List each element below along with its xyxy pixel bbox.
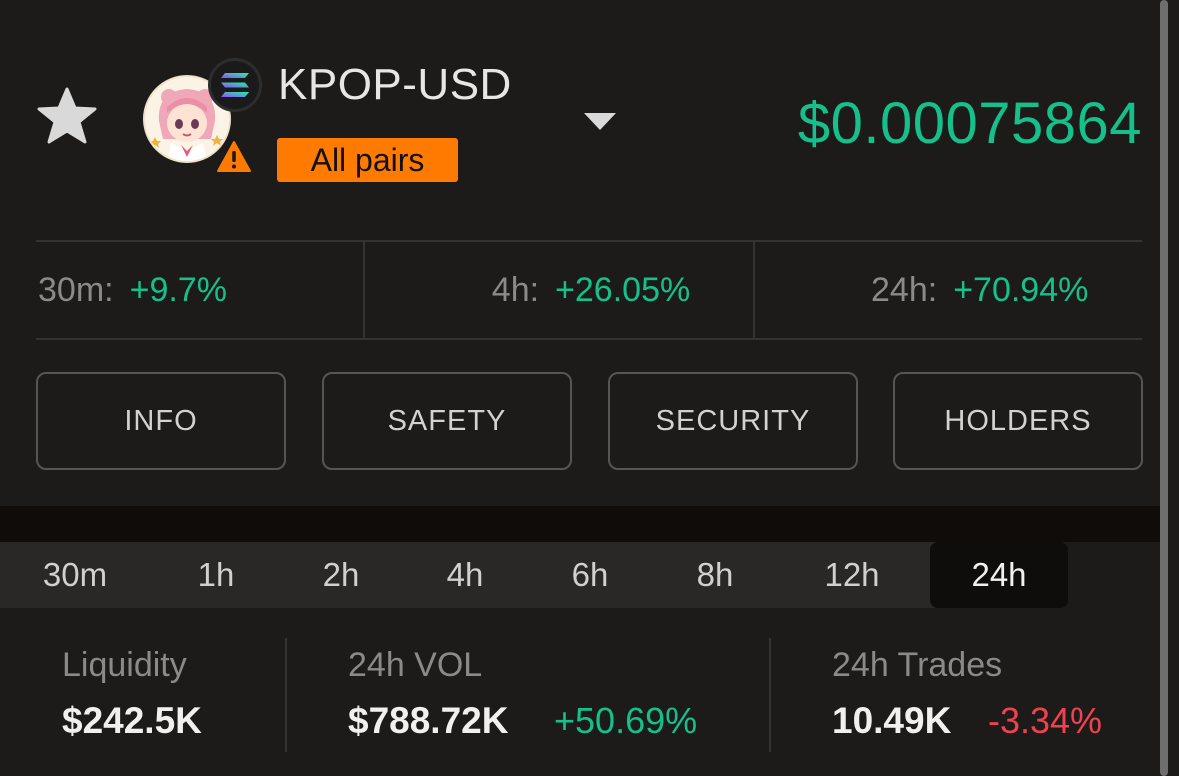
pair-name: KPOP-USD xyxy=(278,60,512,109)
change-label: 4h: xyxy=(491,270,540,309)
security-button[interactable]: SECURITY xyxy=(608,372,858,470)
liquidity-label: Liquidity xyxy=(62,646,187,684)
tab-24h[interactable]: 24h xyxy=(930,542,1068,608)
change-label: 30m: xyxy=(38,270,114,309)
tab-6h[interactable]: 6h xyxy=(526,542,654,608)
warning-icon xyxy=(217,141,251,172)
info-button[interactable]: INFO xyxy=(36,372,286,470)
change-4h: 4h: +26.05% xyxy=(365,242,756,338)
tab-30m[interactable]: 30m xyxy=(8,542,142,608)
change-30m: 30m: +9.7% xyxy=(36,242,365,338)
all-pairs-badge[interactable]: All pairs xyxy=(277,138,458,182)
volume-change: +50.69% xyxy=(554,700,698,741)
trades-change: -3.34% xyxy=(988,700,1103,741)
tab-8h[interactable]: 8h xyxy=(651,542,779,608)
change-value: +26.05% xyxy=(555,270,691,309)
change-value: +70.94% xyxy=(953,270,1089,309)
volume-label: 24h VOL xyxy=(348,646,483,684)
change-label: 24h: xyxy=(871,270,938,309)
volume-value: $788.72K xyxy=(348,700,509,741)
scrollbar[interactable] xyxy=(1160,0,1168,776)
tab-2h[interactable]: 2h xyxy=(277,542,405,608)
star-icon[interactable] xyxy=(36,86,98,146)
tab-12h[interactable]: 12h xyxy=(788,542,916,608)
current-price: $0.00075864 xyxy=(797,91,1142,156)
stat-divider xyxy=(769,638,771,752)
tab-1h[interactable]: 1h xyxy=(152,542,280,608)
change-value: +9.7% xyxy=(129,270,227,309)
liquidity-value: $242.5K xyxy=(62,700,202,741)
solana-icon xyxy=(208,58,262,112)
tab-4h[interactable]: 4h xyxy=(401,542,529,608)
price-change-row: 30m: +9.7% 4h: +26.05% 24h: +70.94% xyxy=(36,240,1142,340)
section-divider xyxy=(0,506,1160,542)
stat-divider xyxy=(285,638,287,752)
change-24h: 24h: +70.94% xyxy=(755,242,1142,338)
trades-label: 24h Trades xyxy=(832,646,1003,684)
safety-button[interactable]: SAFETY xyxy=(322,372,572,470)
chevron-down-icon[interactable] xyxy=(582,110,618,132)
trades-value: 10.49K xyxy=(832,700,952,741)
holders-button[interactable]: HOLDERS xyxy=(893,372,1143,470)
